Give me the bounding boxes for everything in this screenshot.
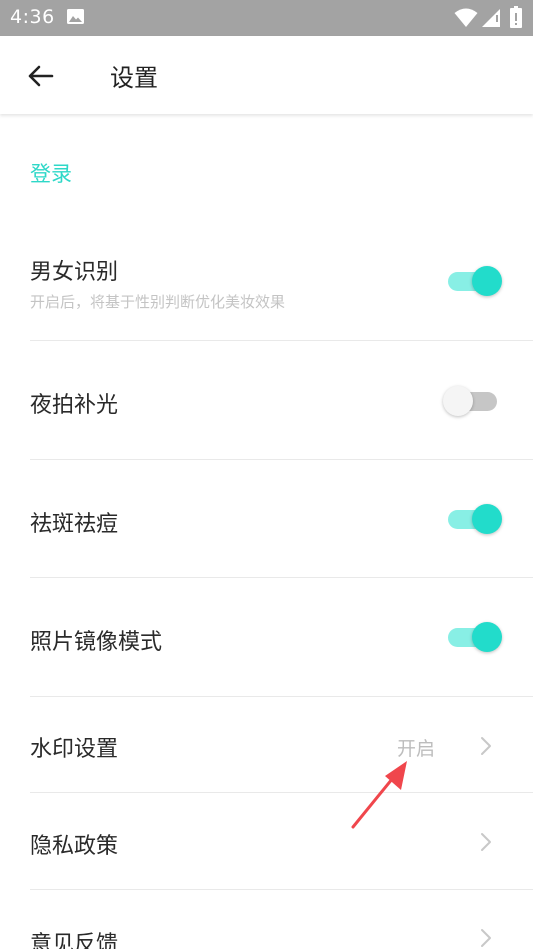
gender-toggle[interactable] (446, 264, 504, 298)
setting-label: 男女识别 (30, 260, 119, 285)
battery-icon (510, 6, 522, 28)
setting-row-gender[interactable]: 男女识别 开启后，将基于性别判断优化美妆效果 (0, 220, 533, 340)
status-bar: 4:36 (0, 0, 533, 36)
setting-label: 意见反馈 (30, 932, 119, 949)
section-header-login: 登录 (30, 162, 72, 186)
arrow-left-icon[interactable] (26, 62, 54, 90)
toggle-thumb (472, 266, 502, 296)
wifi-icon (454, 8, 478, 27)
toggle-thumb (472, 622, 502, 652)
page-title: 设置 (110, 64, 158, 92)
setting-label: 隐私政策 (30, 834, 119, 859)
chevron-right-icon (481, 737, 491, 755)
setting-row-feedback[interactable]: 意见反馈 (0, 890, 533, 949)
setting-row-night-flash[interactable]: 夜拍补光 (0, 341, 533, 459)
signal-icon (482, 9, 500, 27)
watermark-status-value: 开启 (397, 738, 436, 760)
night-flash-toggle[interactable] (443, 384, 501, 418)
setting-label: 照片镜像模式 (30, 630, 163, 655)
app-toolbar: 设置 (0, 36, 533, 114)
chevron-right-icon (481, 929, 491, 947)
image-icon (67, 9, 84, 24)
setting-row-watermark[interactable]: 水印设置 开启 (0, 697, 533, 792)
setting-label: 水印设置 (30, 737, 119, 762)
toggle-thumb (472, 504, 502, 534)
setting-label: 夜拍补光 (30, 393, 119, 418)
mirror-toggle[interactable] (446, 620, 504, 654)
setting-description: 开启后，将基于性别判断优化美妆效果 (30, 293, 286, 311)
setting-row-mirror[interactable]: 照片镜像模式 (0, 578, 533, 696)
toggle-thumb (443, 386, 473, 416)
setting-label: 祛斑祛痘 (30, 512, 119, 537)
status-time: 4:36 (10, 6, 55, 28)
setting-row-privacy[interactable]: 隐私政策 (0, 793, 533, 889)
blemish-toggle[interactable] (446, 502, 504, 536)
chevron-right-icon (481, 833, 491, 851)
setting-row-blemish[interactable]: 祛斑祛痘 (0, 460, 533, 577)
